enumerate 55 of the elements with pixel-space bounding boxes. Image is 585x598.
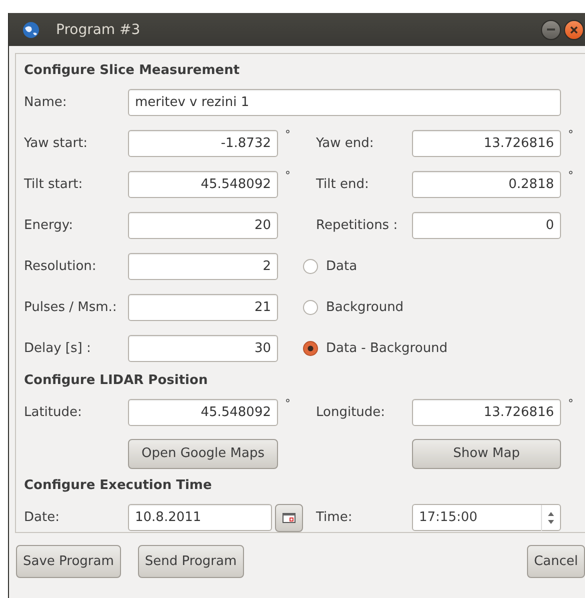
field-label: Repetitions : <box>316 218 399 233</box>
input-field[interactable]: -1.8732 <box>128 130 278 157</box>
field-label: Delay [s] : <box>24 341 92 356</box>
input-field[interactable]: 45.548092 <box>128 399 278 426</box>
input-field[interactable]: 2 <box>128 253 278 280</box>
field-label: Longitude: <box>316 405 386 420</box>
radio-button[interactable] <box>303 259 318 274</box>
map-button[interactable]: Open Google Maps <box>128 438 278 468</box>
input-field[interactable]: meritev v rezini 1 <box>128 89 561 116</box>
calendar-button[interactable] <box>275 504 303 532</box>
degree-sign: ° <box>285 169 292 182</box>
degree-sign: ° <box>568 397 574 410</box>
input-field[interactable]: 13.726816 <box>412 399 561 426</box>
field-label: Date: <box>24 510 60 525</box>
section-heading: Configure LIDAR Position <box>24 372 209 390</box>
input-field[interactable]: 0 <box>412 212 561 239</box>
degree-sign: ° <box>568 128 574 141</box>
degree-sign: ° <box>285 397 292 410</box>
time-spinner[interactable]: 17:15:00 <box>412 504 561 531</box>
input-field[interactable]: 10.8.2011 <box>128 504 272 531</box>
close-icon <box>568 24 580 36</box>
window-title: Program #3 <box>56 22 140 38</box>
input-field[interactable]: 45.548092 <box>128 171 278 198</box>
minimize-button[interactable] <box>541 20 561 40</box>
field-label: Latitude: <box>24 405 83 420</box>
map-button[interactable]: Show Map <box>412 438 561 468</box>
close-button[interactable] <box>564 20 584 40</box>
degree-sign: ° <box>568 169 574 182</box>
field-label: Yaw start: <box>24 136 89 151</box>
radio-label: Data <box>326 259 358 274</box>
field-label: Pulses / Msm.: <box>24 300 118 315</box>
field-label: Tilt start: <box>24 177 84 192</box>
input-field[interactable]: 30 <box>128 335 278 362</box>
input-field[interactable]: 0.2818 <box>412 171 561 198</box>
field-label: Time: <box>316 510 354 525</box>
field-label: Yaw end: <box>316 136 375 151</box>
radio-button[interactable] <box>303 300 318 315</box>
section-heading: Configure Slice Measurement <box>24 62 241 80</box>
globe-icon <box>22 20 40 38</box>
field-label: Name: <box>24 95 68 110</box>
section-heading: Configure Execution Time <box>24 477 213 495</box>
dialog-button[interactable]: Cancel <box>526 545 585 578</box>
calendar-icon <box>282 512 296 524</box>
input-field[interactable]: 13.726816 <box>412 130 561 157</box>
input-field[interactable]: 21 <box>128 294 278 321</box>
dialog-button[interactable]: Send Program <box>138 545 244 578</box>
dialog-button[interactable]: Save Program <box>16 545 121 578</box>
radio-label: Background <box>326 300 404 315</box>
radio-button[interactable] <box>303 341 318 356</box>
radio-label: Data - Background <box>326 341 448 356</box>
input-field[interactable]: 20 <box>128 212 278 239</box>
field-label: Resolution: <box>24 259 98 274</box>
field-label: Tilt end: <box>316 177 370 192</box>
degree-sign: ° <box>285 128 292 141</box>
field-label: Energy: <box>24 218 74 233</box>
